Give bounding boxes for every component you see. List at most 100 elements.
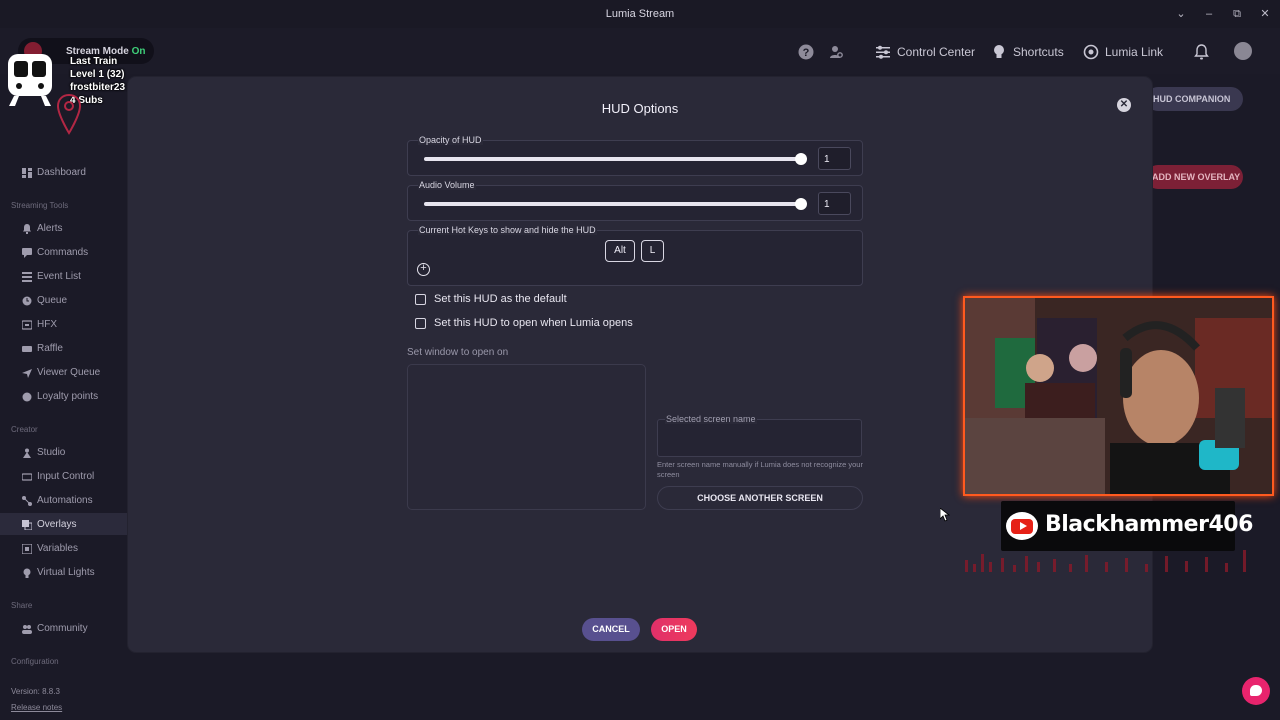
sidebar-item-label: Input Control [37,471,95,482]
audio-visualizer [965,550,1246,572]
community-icon [22,624,32,634]
list-icon [22,271,32,282]
sidebar-item-label: Overlays [37,519,77,530]
person-icon [22,448,32,458]
sidebar-item-label: Studio [37,447,66,458]
sidebar-item-community[interactable]: Community [22,623,88,634]
top-nav: ? Control Center Shortcuts Lumia Link [0,28,1280,74]
ticket-icon [22,344,32,354]
add-hotkey-icon[interactable]: + [417,263,430,276]
choose-another-screen-button[interactable]: CHOOSE ANOTHER SCREEN [657,486,863,510]
opacity-slider[interactable] [424,157,801,161]
viewer-icon [22,368,32,378]
title-bar: Lumia Stream ⌄ – ⧉ ✕ [0,0,1280,28]
help-icon[interactable]: ? [798,44,814,60]
chat-icon [1250,685,1262,696]
cancel-button[interactable]: CANCEL [582,618,640,641]
coin-icon [22,392,32,402]
sidebar-item-hfx[interactable]: HFX [21,319,57,330]
sidebar-item-viewer-queue[interactable]: Viewer Queue [22,367,100,378]
train-icon [6,52,54,108]
sidebar-item-variables[interactable]: Variables [21,542,78,555]
add-new-overlay-button[interactable]: ADD NEW OVERLAY [1146,165,1243,189]
chat-icon [22,247,32,258]
nav-control-center-label: Control Center [897,45,976,59]
sidebar-item-queue[interactable]: Queue [22,295,67,306]
hotkey-chip-alt[interactable]: Alt [605,240,635,262]
audio-slider-thumb[interactable] [795,198,807,210]
version-label: Version: 8.8.3 [11,687,60,696]
nav-control-center[interactable]: Control Center [875,44,975,60]
youtube-channel-name: Blackhammer406 [1045,512,1253,537]
map-pin-icon [56,93,82,137]
sidebar-item-label: Dashboard [37,167,86,178]
section-header-creator: Creator [11,425,38,434]
sidebar-item-loyalty-points[interactable]: Loyalty points [22,391,98,402]
screen-helper-text: Enter screen name manually if Lumia does… [657,460,863,479]
bell-icon[interactable] [1194,44,1209,60]
avatar[interactable] [1234,42,1252,60]
clock-icon [22,296,32,306]
bell-icon [22,223,32,234]
default-checkbox[interactable] [415,294,426,305]
section-header-streaming-tools: Streaming Tools [11,201,69,210]
opacity-slider-thumb[interactable] [795,153,807,165]
nav-lumia-link[interactable]: Lumia Link [1083,44,1163,60]
sidebar-item-input-control[interactable]: Input Control [21,471,95,482]
set-window-label: Set window to open on [407,347,509,358]
hotkey-chip-l[interactable]: L [641,240,664,262]
audio-input[interactable]: 1 [818,192,851,215]
sidebar-item-label: Virtual Lights [37,567,95,578]
lightbulb-icon [991,44,1007,60]
nav-shortcuts[interactable]: Shortcuts [991,44,1064,60]
window-list[interactable] [407,364,646,510]
sidebar-item-label: Loyalty points [37,391,99,402]
sidebar-item-label: Raffle [37,343,63,354]
opacity-input[interactable]: 1 [818,147,851,170]
window-title: Lumia Stream [605,8,675,20]
svg-text:?: ? [803,47,810,59]
restore-icon[interactable]: ⧉ [1229,6,1245,22]
open-button[interactable]: OPEN [651,618,697,641]
hud-companion-button[interactable]: HUD COMPANION [1146,87,1243,111]
keyboard-icon [21,472,33,482]
sidebar-item-alerts[interactable]: Alerts [22,223,63,234]
sidebar-item-dashboard[interactable]: Dashboard [22,167,86,178]
default-checkbox-label: Set this HUD as the default [434,293,567,305]
audio-slider[interactable] [424,202,801,206]
selected-screen-input[interactable]: Selected screen name [657,414,862,457]
sidebar-item-label: Queue [37,295,68,306]
audio-field: Audio Volume 1 [407,180,863,221]
release-notes-link[interactable]: Release notes [11,703,62,712]
close-icon[interactable]: ✕ [1117,98,1131,112]
sidebar-item-label: Community [37,623,88,634]
selected-screen-label: Selected screen name [665,414,757,424]
sidebar-item-label: Event List [37,271,81,282]
hotkeys-label: Current Hot Keys to show and hide the HU… [418,225,597,235]
dashboard-icon [22,167,32,178]
opacity-field: Opacity of HUD 1 [407,135,863,176]
chat-button[interactable] [1242,677,1270,705]
webcam-image [965,298,1272,494]
sidebar-item-label: Automations [37,495,93,506]
sidebar-item-commands[interactable]: Commands [22,247,88,258]
sidebar-item-studio[interactable]: Studio [22,447,65,458]
automation-icon [22,495,32,506]
sidebar-item-overlays[interactable]: Overlays [22,519,76,530]
close-window-icon[interactable]: ✕ [1257,6,1273,22]
chevron-down-icon[interactable]: ⌄ [1173,6,1189,22]
modal-title: HUD Options [601,101,679,116]
youtube-logo-icon [1006,512,1038,540]
sidebar-item-virtual-lights[interactable]: Virtual Lights [22,567,95,578]
sidebar-item-label: HFX [37,319,57,330]
users-icon[interactable] [829,44,843,60]
sidebar: Dashboard Streaming Tools Alerts Command… [0,150,127,720]
sidebar-item-event-list[interactable]: Event List [22,271,81,282]
minimize-icon[interactable]: – [1201,6,1217,22]
sidebar-item-raffle[interactable]: Raffle [22,343,63,354]
link-icon [1083,44,1099,60]
sidebar-item-automations[interactable]: Automations [22,495,93,506]
stream-mode-state: On [131,46,146,57]
open-on-start-checkbox-label: Set this HUD to open when Lumia opens [434,317,633,329]
open-on-start-checkbox[interactable] [415,318,426,329]
